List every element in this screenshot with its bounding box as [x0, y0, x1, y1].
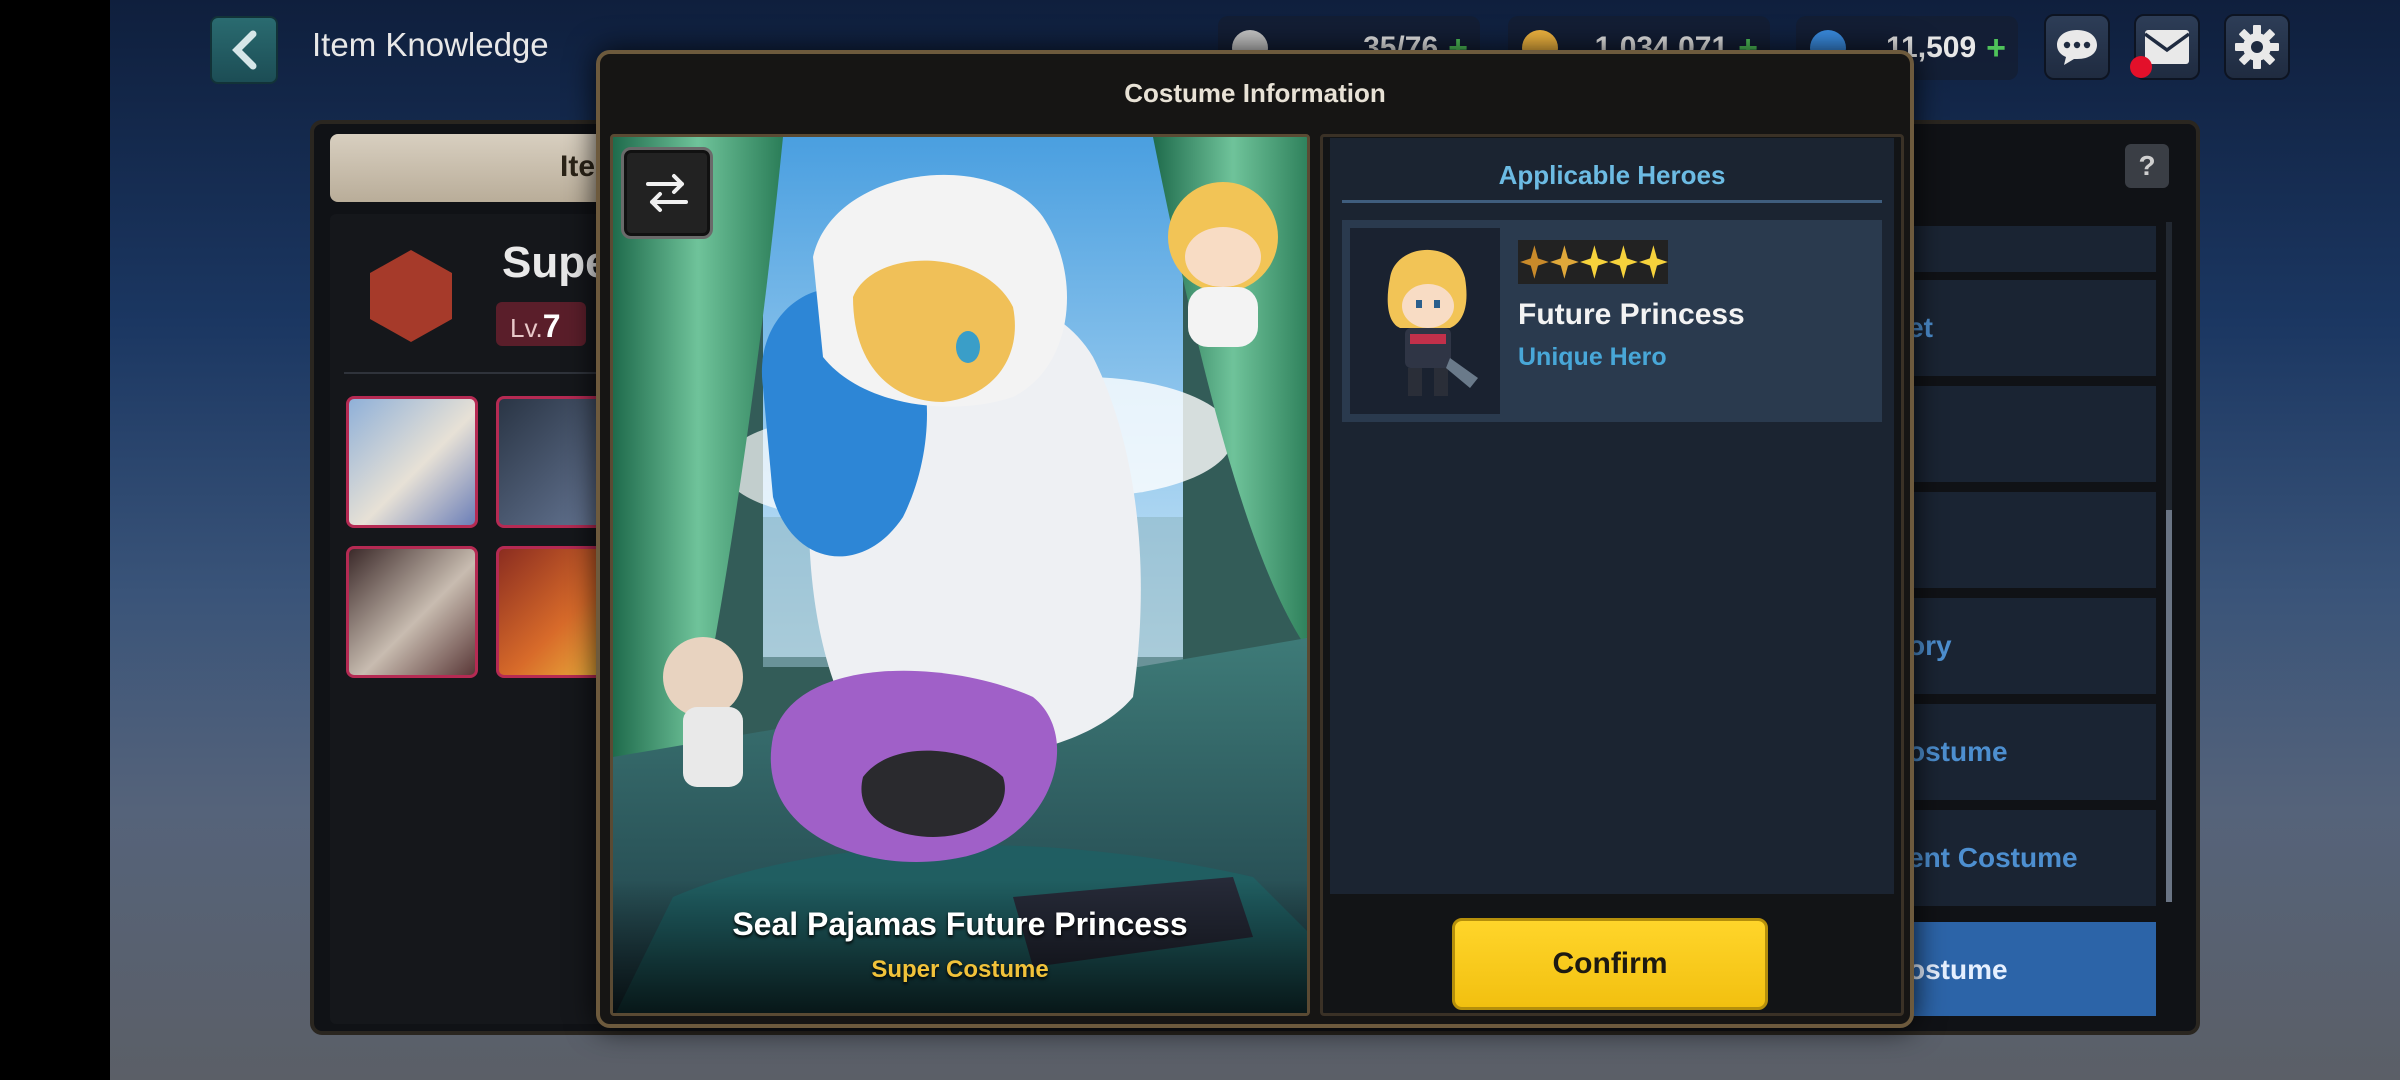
category-row[interactable]: [1900, 492, 2156, 588]
hero-rank: Unique Hero: [1518, 343, 1667, 371]
category-row[interactable]: [1900, 386, 2156, 482]
chat-icon: [2057, 30, 2097, 65]
star-icon: [1579, 245, 1609, 279]
back-button[interactable]: [210, 16, 278, 84]
star-icon: [1549, 245, 1579, 279]
left-black-bar: [0, 0, 110, 1080]
category-row-selected[interactable]: ostume: [1900, 922, 2156, 1016]
hero-portrait: [1350, 228, 1500, 414]
swap-view-button[interactable]: [621, 147, 713, 239]
costume-thumbnail[interactable]: [346, 546, 478, 678]
help-button[interactable]: ?: [2125, 144, 2169, 188]
mail-notification-dot: [2130, 56, 2152, 78]
item-name-partial: Supe: [502, 238, 610, 287]
tab-items[interactable]: Ite: [330, 134, 620, 202]
applicable-heroes-title: Applicable Heroes: [1498, 160, 1726, 190]
swap-arrows-icon: [646, 174, 688, 212]
divider: [1342, 200, 1882, 203]
level-badge: Lv.7: [496, 302, 586, 346]
category-row[interactable]: ent Costume: [1900, 810, 2156, 906]
star-icon: [1609, 245, 1639, 279]
chevron-left-icon: [232, 30, 257, 70]
scrollbar-thumb[interactable]: [2166, 510, 2172, 902]
star-icon: [1520, 245, 1549, 279]
settings-button[interactable]: [2224, 14, 2290, 80]
screen-title: Item Knowledge: [312, 26, 549, 63]
costume-thumbnail[interactable]: [346, 396, 478, 528]
add-gems-icon[interactable]: +: [1986, 29, 2006, 68]
chat-button[interactable]: [2044, 14, 2110, 80]
dialog-title: Costume Information: [1124, 78, 1386, 108]
category-row[interactable]: et: [1900, 280, 2156, 376]
star-icon: [1639, 245, 1668, 279]
hero-name: Future Princess: [1518, 298, 1745, 331]
category-row[interactable]: [1900, 226, 2156, 272]
costume-type: Super Costume: [871, 956, 1049, 983]
confirm-button[interactable]: Confirm: [1452, 918, 1768, 1010]
hero-star-rating: [1518, 240, 1668, 284]
divider: [344, 372, 634, 374]
costume-name: Seal Pajamas Future Princess: [732, 906, 1188, 942]
category-row[interactable]: ory: [1900, 598, 2156, 694]
gear-icon: [2235, 25, 2279, 69]
category-row[interactable]: ostume: [1900, 704, 2156, 800]
caption-shade: [613, 880, 1307, 1013]
hero-sprite: [1387, 249, 1478, 396]
